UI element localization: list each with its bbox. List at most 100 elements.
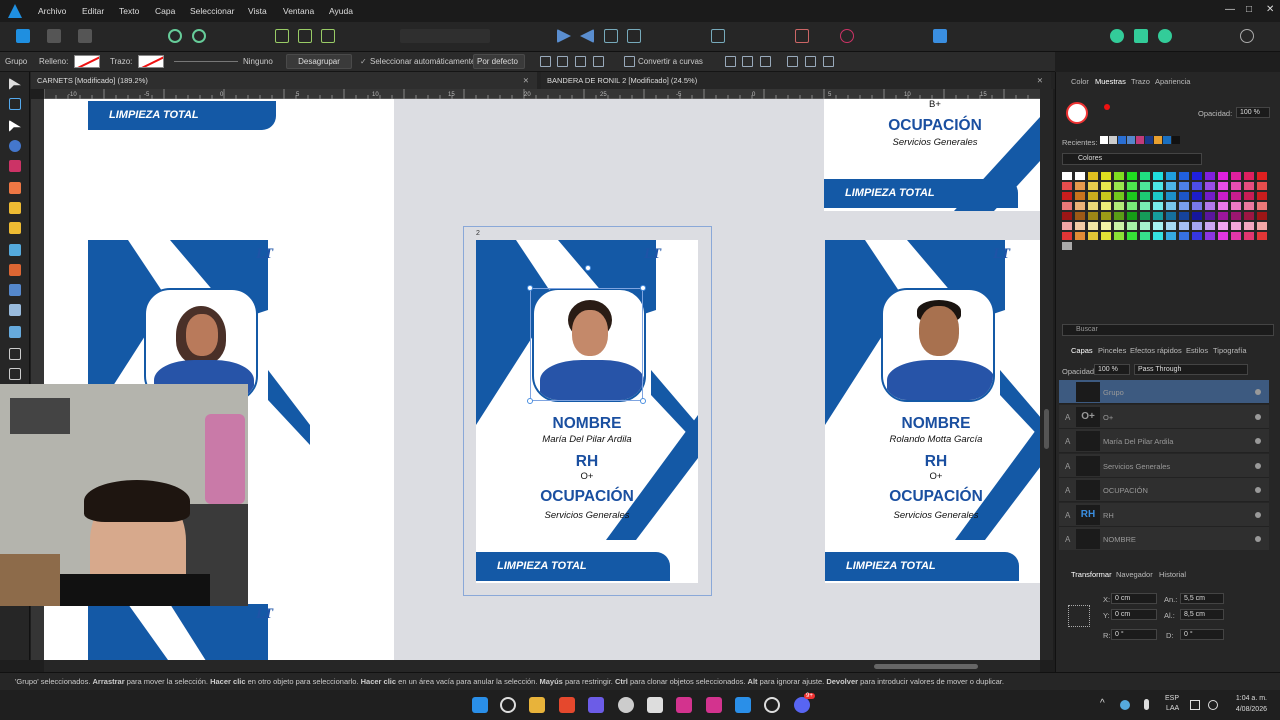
color-swatch[interactable] bbox=[1088, 192, 1098, 200]
color-swatch[interactable] bbox=[1153, 212, 1163, 220]
name-title[interactable]: NOMBRE bbox=[825, 415, 1040, 433]
gear-icon[interactable] bbox=[192, 29, 206, 43]
color-swatch[interactable] bbox=[1166, 172, 1176, 180]
color-swatch[interactable] bbox=[1127, 202, 1137, 210]
rh-value[interactable]: O+ bbox=[825, 471, 1040, 482]
snap-grid-icon[interactable] bbox=[321, 29, 335, 43]
align-right-icon[interactable] bbox=[760, 56, 771, 67]
right-top-banner[interactable]: LIMPIEZA TOTAL bbox=[824, 179, 1018, 208]
color-swatch[interactable] bbox=[1257, 212, 1267, 220]
color-swatch[interactable] bbox=[1244, 222, 1254, 230]
language-layout[interactable]: LAA bbox=[1166, 705, 1179, 712]
color-swatch[interactable] bbox=[1192, 182, 1202, 190]
occupation-value[interactable]: Servicios Generales bbox=[825, 510, 1040, 521]
bottom-banner[interactable]: LIMPIEZA TOTAL bbox=[825, 552, 1019, 581]
move-tool-icon[interactable] bbox=[9, 78, 21, 90]
color-swatch[interactable] bbox=[1166, 212, 1176, 220]
color-swatch[interactable] bbox=[1140, 212, 1150, 220]
color-swatch[interactable] bbox=[1062, 192, 1072, 200]
crop-icon[interactable] bbox=[795, 29, 809, 43]
rh-title[interactable]: RH bbox=[476, 453, 698, 471]
color-swatch[interactable] bbox=[1153, 232, 1163, 240]
color-swatch[interactable] bbox=[1140, 202, 1150, 210]
align-center-icon[interactable] bbox=[742, 56, 753, 67]
rotation-field[interactable]: 0 ° bbox=[1111, 629, 1157, 640]
color-swatch[interactable] bbox=[1205, 212, 1215, 220]
color-swatch[interactable] bbox=[1205, 222, 1215, 230]
search-icon[interactable] bbox=[500, 697, 516, 713]
color-swatch[interactable] bbox=[1075, 212, 1085, 220]
color-swatch[interactable] bbox=[1231, 182, 1241, 190]
x-field[interactable]: 0 cm bbox=[1111, 593, 1157, 604]
rotate-left-icon[interactable] bbox=[604, 29, 618, 43]
fill-stroke-swatch[interactable] bbox=[1066, 102, 1088, 124]
color-swatch[interactable] bbox=[1231, 172, 1241, 180]
onedrive-icon[interactable] bbox=[1120, 700, 1130, 710]
color-swatch[interactable] bbox=[1114, 212, 1124, 220]
resize-handle[interactable] bbox=[640, 398, 646, 404]
rotate-right-icon[interactable] bbox=[627, 29, 641, 43]
layer-row[interactable]: A Servicios Generales bbox=[1059, 453, 1269, 478]
color-swatch[interactable] bbox=[1179, 222, 1189, 230]
right-top-card[interactable]: B+ OCUPACIÓN Servicios Generales LIMPIEZ… bbox=[824, 99, 1040, 211]
vector-crop-icon[interactable] bbox=[9, 304, 21, 316]
rotate-handle[interactable] bbox=[585, 265, 591, 271]
stroke-width-slider[interactable] bbox=[174, 61, 238, 62]
color-swatch[interactable] bbox=[1062, 202, 1072, 210]
designer-persona-icon[interactable] bbox=[16, 29, 30, 43]
checkmark-icon[interactable]: ✓ bbox=[360, 57, 367, 66]
layer-row[interactable]: A NOMBRE bbox=[1059, 527, 1269, 550]
color-swatch[interactable] bbox=[1205, 232, 1215, 240]
color-swatch[interactable] bbox=[1114, 202, 1124, 210]
chevron-up-icon[interactable]: ^ bbox=[1100, 698, 1105, 709]
employee-photo[interactable] bbox=[881, 288, 995, 402]
color-swatch[interactable] bbox=[1114, 232, 1124, 240]
rh-title[interactable]: RH bbox=[825, 453, 1040, 471]
tab-brushes[interactable]: Pinceles bbox=[1098, 346, 1126, 355]
menu-editar[interactable]: Editar bbox=[82, 6, 104, 16]
pencil-tool-icon[interactable] bbox=[9, 202, 21, 214]
color-swatch[interactable] bbox=[1153, 222, 1163, 230]
color-swatch[interactable] bbox=[1140, 222, 1150, 230]
color-swatch[interactable] bbox=[1218, 182, 1228, 190]
color-swatch[interactable] bbox=[1101, 182, 1111, 190]
distribute-icon[interactable] bbox=[575, 56, 586, 67]
color-swatch[interactable] bbox=[1192, 222, 1202, 230]
color-swatch[interactable] bbox=[1192, 202, 1202, 210]
height-field[interactable]: 8,5 cm bbox=[1180, 609, 1224, 620]
artboard-tool-icon[interactable] bbox=[9, 98, 21, 110]
color-swatch[interactable] bbox=[1127, 232, 1137, 240]
scroll-thumb[interactable] bbox=[1044, 409, 1049, 449]
snap-bounds-icon[interactable] bbox=[298, 29, 312, 43]
color-swatch[interactable] bbox=[1257, 182, 1267, 190]
brush-tool-icon[interactable] bbox=[9, 222, 21, 234]
visibility-toggle[interactable] bbox=[1255, 511, 1261, 518]
tab-appearance[interactable]: Apariencia bbox=[1155, 77, 1190, 86]
crop-tool-icon[interactable] bbox=[9, 348, 21, 360]
affinity-photo-icon[interactable] bbox=[706, 697, 722, 713]
scroll-thumb[interactable] bbox=[874, 664, 978, 669]
color-swatch[interactable] bbox=[1088, 202, 1098, 210]
tab-navigator[interactable]: Navegador bbox=[1116, 570, 1153, 579]
palette-dropdown[interactable]: Colores bbox=[1062, 153, 1202, 165]
pen-tool-icon[interactable] bbox=[9, 182, 21, 194]
convert-curves-button[interactable]: Convertir a curvas bbox=[638, 57, 703, 66]
color-swatch[interactable] bbox=[1075, 172, 1085, 180]
width-field[interactable]: 5,5 cm bbox=[1180, 593, 1224, 604]
network-icon[interactable] bbox=[1190, 700, 1200, 710]
tab-color[interactable]: Color bbox=[1071, 77, 1089, 86]
rh-value[interactable]: O+ bbox=[476, 471, 698, 482]
color-swatch[interactable] bbox=[1192, 192, 1202, 200]
minimize-button[interactable]: — bbox=[1225, 4, 1235, 15]
color-swatch[interactable] bbox=[1205, 172, 1215, 180]
tab-bandera[interactable]: BANDERA DE RONIL 2 [Modificado] (24.5%) ✕ bbox=[541, 72, 1051, 89]
auto-select-dropdown[interactable]: Por defecto bbox=[473, 54, 525, 69]
color-swatch[interactable] bbox=[1140, 182, 1150, 190]
color-swatch[interactable] bbox=[1192, 232, 1202, 240]
y-field[interactable]: 0 cm bbox=[1111, 609, 1157, 620]
place-image-icon[interactable] bbox=[9, 326, 21, 338]
menu-texto[interactable]: Texto bbox=[119, 6, 139, 16]
flip-horizontal-icon[interactable] bbox=[557, 29, 571, 43]
color-swatch[interactable] bbox=[1179, 182, 1189, 190]
layer-row[interactable]: A RH RH bbox=[1059, 502, 1269, 527]
